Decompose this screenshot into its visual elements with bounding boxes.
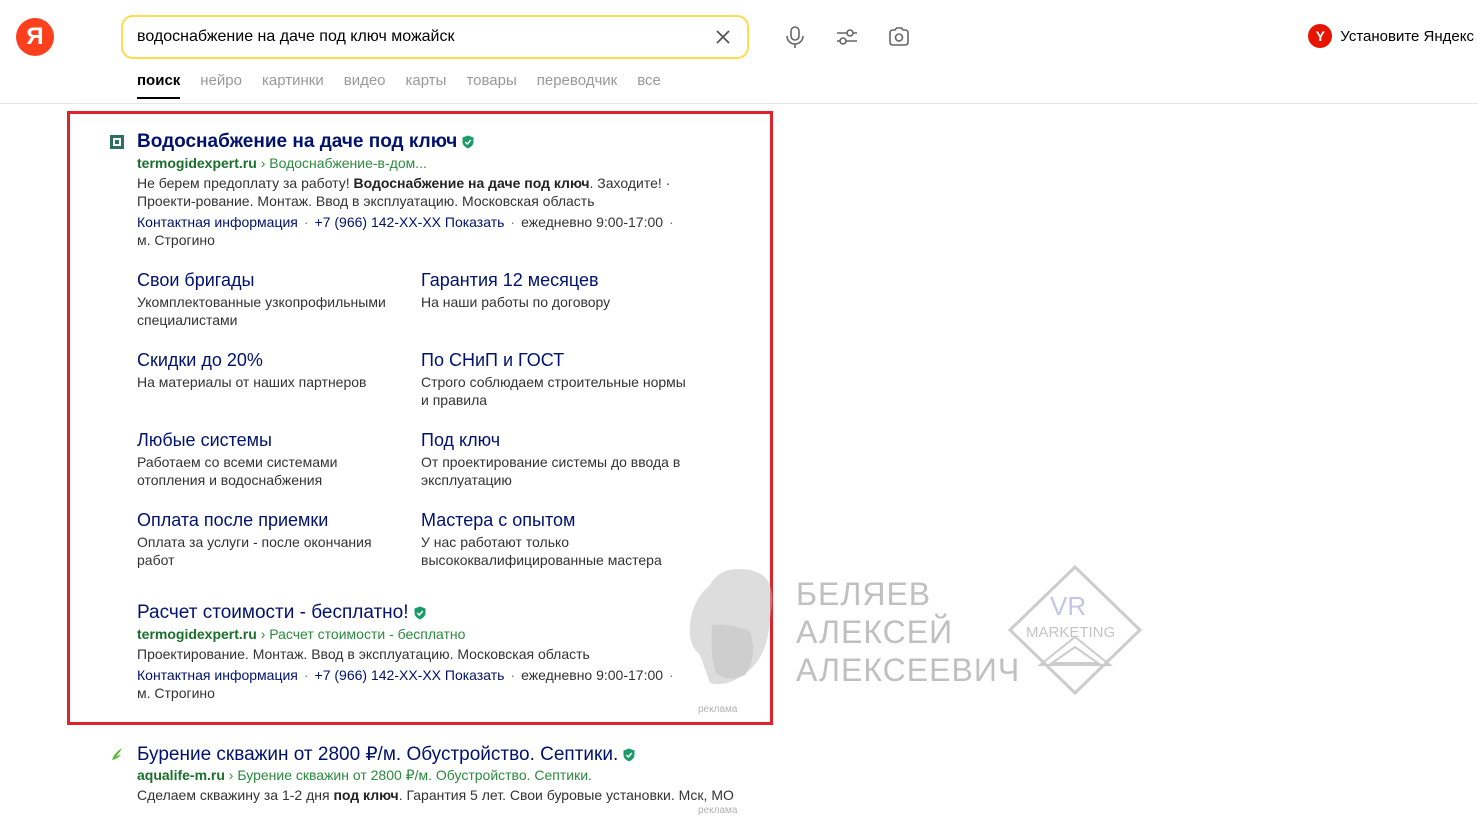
ad-label: реклама bbox=[698, 805, 738, 816]
sitelink-title[interactable]: Любые системы bbox=[137, 430, 272, 451]
microphone-icon bbox=[786, 26, 804, 48]
ad1-domain-link[interactable]: termogidexpert.ru bbox=[137, 155, 257, 171]
ad2-contact-info-link[interactable]: Контактная информация bbox=[137, 667, 298, 683]
sitelink-desc: На наши работы по договору bbox=[421, 294, 611, 310]
sitelink-desc: От проектирование системы до ввода в экс… bbox=[421, 454, 681, 488]
search-tabs: поиск нейро картинки видео карты товары … bbox=[137, 72, 661, 99]
sitelink-desc: Строго соблюдаем строительные нормы и пр… bbox=[421, 374, 686, 408]
ad1-phone-link[interactable]: +7 (966) 142-XX-XX Показать bbox=[315, 214, 505, 230]
sitelink-title[interactable]: Скидки до 20% bbox=[137, 350, 263, 371]
close-icon bbox=[716, 30, 730, 44]
sitelink-title[interactable]: Мастера с опытом bbox=[421, 510, 575, 531]
ad1-url: termogidexpert.ru › Водоснабжение-в-дом.… bbox=[137, 155, 427, 171]
ad2-contacts: Контактная информация · +7 (966) 142-XX-XX… bbox=[137, 667, 674, 701]
yandex-browser-icon: Y bbox=[1308, 24, 1333, 48]
sitelink-desc: Оплата за услуги - после окончания работ bbox=[137, 534, 372, 568]
tab-all[interactable]: все bbox=[637, 72, 661, 99]
filters-button[interactable] bbox=[834, 24, 860, 50]
tab-translator[interactable]: переводчик bbox=[537, 72, 617, 99]
ad3-url: aqualife-m.ru › Бурение скважин от 2800 … bbox=[137, 767, 592, 784]
ad3-url-path[interactable]: › Бурение скважин от 2800 ₽/м. Обустройс… bbox=[229, 767, 592, 783]
ad3-description: Сделаем скважину за 1-2 дня под ключ. Га… bbox=[137, 786, 757, 804]
ad3-desc-part: . Гарантия 5 лет. Свои буровые установки… bbox=[398, 787, 734, 803]
sitelink-desc: У нас работают только высококвалифициров… bbox=[421, 534, 662, 568]
install-yandex-link[interactable]: Y Установите Яндекс bbox=[1308, 24, 1474, 48]
ad2-hours: ежедневно 9:00-17:00 bbox=[521, 667, 664, 683]
ad1-desc-highlight: Водоснабжение на даче под ключ bbox=[353, 175, 590, 191]
header-divider bbox=[0, 103, 1478, 104]
sitelink-title[interactable]: Под ключ bbox=[421, 430, 500, 451]
ad1-contacts: Контактная информация · +7 (966) 142-XX-XX… bbox=[137, 214, 674, 248]
ad1-contact-info-link[interactable]: Контактная информация bbox=[137, 214, 298, 230]
watermark-line: АЛЕКСЕЙ bbox=[796, 614, 954, 650]
ad3-desc-part: Сделаем скважину за 1-2 дня bbox=[137, 787, 334, 803]
tab-maps[interactable]: карты bbox=[406, 72, 447, 99]
yandex-logo[interactable]: Я bbox=[16, 18, 54, 56]
sliders-icon bbox=[837, 29, 857, 45]
ad2-domain-link[interactable]: termogidexpert.ru bbox=[137, 626, 257, 642]
ad2-title: Расчет стоимости - бесплатно! bbox=[137, 602, 409, 623]
sitelink-desc: На материалы от наших партнеров bbox=[137, 374, 367, 390]
ad2-url-path[interactable]: › Расчет стоимости - бесплатно bbox=[261, 626, 466, 642]
install-yandex-label: Установите Яндекс bbox=[1340, 27, 1474, 45]
tab-neuro[interactable]: нейро bbox=[200, 72, 242, 99]
ad1-title: Водоснабжение на даче под ключ bbox=[137, 131, 458, 152]
sitelink-title[interactable]: Оплата после приемки bbox=[137, 510, 328, 531]
ad2-metro: м. Строгино bbox=[137, 685, 215, 701]
clear-search-button[interactable] bbox=[711, 25, 735, 49]
watermark-line: АЛЕКСЕЕВИЧ bbox=[796, 652, 1021, 688]
watermark-brand-top: VR bbox=[1050, 591, 1086, 621]
search-box[interactable] bbox=[121, 15, 749, 59]
ad1-metro: м. Строгино bbox=[137, 232, 215, 248]
verified-badge-icon bbox=[623, 748, 635, 761]
ad-label: реклама bbox=[698, 704, 738, 715]
ad3-title: Бурение скважин от 2800 ₽/м. Обустройств… bbox=[137, 744, 619, 765]
voice-search-button[interactable] bbox=[782, 24, 808, 50]
watermark-line: БЕЛЯЕВ bbox=[796, 576, 932, 612]
sitelink-desc: Работаем со всеми системами отопления и … bbox=[137, 454, 338, 488]
sitelink-title[interactable]: Свои бригады bbox=[137, 270, 254, 291]
ad1-description: Не берем предоплату за работу! Водоснабж… bbox=[137, 174, 727, 210]
tab-search[interactable]: поиск bbox=[137, 72, 181, 99]
ad2-url: termogidexpert.ru › Расчет стоимости - б… bbox=[137, 626, 465, 642]
ad1-title-link[interactable]: Водоснабжение на даче под ключ bbox=[137, 131, 475, 153]
sitelink-title[interactable]: По СНиП и ГОСТ bbox=[421, 350, 564, 371]
tab-products[interactable]: товары bbox=[466, 72, 516, 99]
ad3-desc-highlight: под ключ bbox=[333, 787, 399, 803]
tab-video[interactable]: видео bbox=[344, 72, 386, 99]
ad1-url-path[interactable]: › Водоснабжение-в-дом... bbox=[261, 155, 427, 171]
ad1-hours: ежедневно 9:00-17:00 bbox=[521, 214, 664, 230]
ad3-title-link[interactable]: Бурение скважин от 2800 ₽/м. Обустройств… bbox=[137, 743, 636, 766]
verified-badge-icon bbox=[462, 135, 474, 149]
ad2-phone-link[interactable]: +7 (966) 142-XX-XX Показать bbox=[315, 667, 505, 683]
site-favicon-icon bbox=[112, 748, 122, 760]
ad1-desc-part: Не берем предоплату за работу! bbox=[137, 175, 354, 191]
ad3-domain-link[interactable]: aqualife-m.ru bbox=[137, 767, 225, 783]
watermark-brand-bottom: MARKETING bbox=[1026, 624, 1115, 641]
sitelink-title[interactable]: Гарантия 12 месяцев bbox=[421, 270, 599, 291]
sitelink-desc: Укомплектованные узкопрофильными специал… bbox=[137, 294, 386, 328]
camera-icon bbox=[889, 27, 909, 46]
search-input[interactable] bbox=[137, 28, 711, 46]
ad2-description: Проектирование. Монтаж. Ввод в эксплуата… bbox=[137, 646, 590, 662]
image-search-button[interactable] bbox=[886, 24, 912, 50]
verified-badge-icon bbox=[414, 606, 426, 620]
tab-images[interactable]: картинки bbox=[262, 72, 324, 99]
ad2-title-link[interactable]: Расчет стоимости - бесплатно! bbox=[137, 602, 427, 624]
site-favicon-icon bbox=[110, 135, 124, 149]
